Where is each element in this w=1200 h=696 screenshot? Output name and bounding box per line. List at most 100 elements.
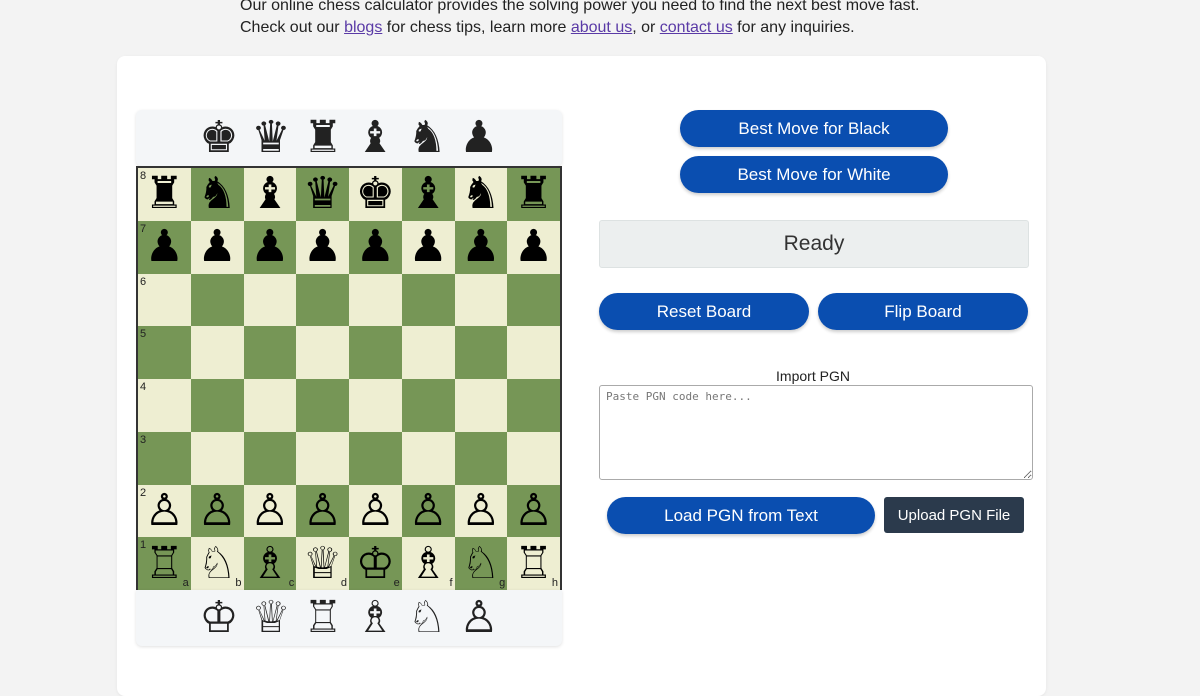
black-bishop-piece[interactable]: ♝ [408, 172, 447, 216]
black-bishop-spare[interactable]: ♝ [349, 112, 401, 164]
white-knight-piece[interactable]: ♘ [197, 541, 236, 586]
white-king-piece[interactable]: ♔ [356, 541, 395, 586]
white-pawn-piece[interactable]: ♙ [461, 488, 500, 533]
white-pawn-piece[interactable]: ♙ [145, 488, 184, 533]
black-pawn-piece[interactable]: ♟ [250, 225, 289, 269]
square-c4[interactable] [243, 379, 297, 432]
square-b3[interactable] [190, 431, 244, 485]
load-pgn-button[interactable]: Load PGN from Text [607, 497, 875, 534]
square-a5[interactable]: 5 [138, 326, 191, 379]
square-d3[interactable] [296, 431, 349, 485]
square-c7[interactable]: ♟ [243, 220, 297, 274]
square-g5[interactable] [454, 326, 508, 379]
square-h1[interactable]: h ♖ [507, 537, 560, 590]
square-a4[interactable]: 4 [138, 379, 191, 432]
black-king-piece[interactable]: ♚ [356, 172, 395, 216]
square-f4[interactable] [401, 379, 455, 432]
square-c5[interactable] [243, 326, 297, 379]
best-move-white-button[interactable]: Best Move for White [680, 156, 948, 193]
square-b6[interactable] [190, 273, 244, 327]
square-f1[interactable]: f ♗ [401, 537, 455, 590]
square-e1[interactable]: e ♔ [349, 537, 402, 590]
square-c2[interactable]: ♙ [243, 484, 297, 538]
square-d2[interactable]: ♙ [296, 484, 349, 538]
square-e4[interactable] [349, 379, 402, 432]
best-move-black-button[interactable]: Best Move for Black [680, 110, 948, 147]
reset-board-button[interactable]: Reset Board [599, 293, 809, 330]
square-e8[interactable]: ♚ [349, 168, 402, 221]
white-queen-spare[interactable]: ♕ [245, 592, 297, 644]
square-a6[interactable]: 6 [138, 273, 191, 327]
square-g3[interactable] [454, 431, 508, 485]
white-rook-spare[interactable]: ♖ [297, 592, 349, 644]
square-e5[interactable] [349, 326, 402, 379]
about-us-link[interactable]: about us [571, 19, 632, 36]
black-rook-piece[interactable]: ♜ [145, 172, 184, 216]
square-b1[interactable]: b ♘ [190, 537, 244, 590]
black-king-spare[interactable]: ♚ [193, 112, 245, 164]
square-g2[interactable]: ♙ [454, 484, 508, 538]
square-c8[interactable]: ♝ [243, 168, 297, 221]
square-e6[interactable] [349, 273, 402, 327]
square-b5[interactable] [190, 326, 244, 379]
square-b8[interactable]: ♞ [190, 168, 244, 221]
square-g4[interactable] [454, 379, 508, 432]
black-pawn-spare[interactable]: ♟ [453, 112, 505, 164]
white-rook-piece[interactable]: ♖ [514, 541, 553, 586]
square-d5[interactable] [296, 326, 349, 379]
square-d4[interactable] [296, 379, 349, 432]
square-e3[interactable] [349, 431, 402, 485]
square-b2[interactable]: ♙ [190, 484, 244, 538]
white-bishop-spare[interactable]: ♗ [349, 592, 401, 644]
square-h3[interactable] [507, 431, 560, 485]
black-pawn-piece[interactable]: ♟ [514, 225, 553, 269]
flip-board-button[interactable]: Flip Board [818, 293, 1028, 330]
black-pawn-piece[interactable]: ♟ [408, 225, 447, 269]
square-h6[interactable] [507, 273, 560, 327]
square-d1[interactable]: d ♕ [296, 537, 349, 590]
square-c3[interactable] [243, 431, 297, 485]
square-h4[interactable] [507, 379, 560, 432]
black-pawn-piece[interactable]: ♟ [303, 225, 342, 269]
pgn-input[interactable] [599, 385, 1033, 480]
white-pawn-piece[interactable]: ♙ [250, 488, 289, 533]
black-bishop-piece[interactable]: ♝ [250, 172, 289, 216]
square-d7[interactable]: ♟ [296, 220, 349, 274]
black-pawn-piece[interactable]: ♟ [197, 225, 236, 269]
white-pawn-piece[interactable]: ♙ [303, 488, 342, 533]
square-a7[interactable]: 7 ♟ [138, 220, 191, 274]
contact-us-link[interactable]: contact us [660, 19, 733, 36]
white-king-spare[interactable]: ♔ [193, 592, 245, 644]
square-g6[interactable] [454, 273, 508, 327]
black-rook-spare[interactable]: ♜ [297, 112, 349, 164]
square-f5[interactable] [401, 326, 455, 379]
square-g8[interactable]: ♞ [454, 168, 508, 221]
square-h2[interactable]: ♙ [507, 484, 560, 538]
white-knight-piece[interactable]: ♘ [461, 541, 500, 586]
white-pawn-piece[interactable]: ♙ [356, 488, 395, 533]
black-queen-spare[interactable]: ♛ [245, 112, 297, 164]
black-queen-piece[interactable]: ♛ [303, 172, 342, 216]
white-rook-piece[interactable]: ♖ [145, 541, 184, 586]
square-a3[interactable]: 3 [138, 431, 191, 485]
black-rook-piece[interactable]: ♜ [514, 172, 553, 216]
chess-board[interactable]: 8 ♜ ♞ ♝ ♛ ♚ ♝ ♞ ♜ 7 ♟ ♟ ♟ ♟ ♟ ♟ ♟ ♟ 6 5 4 3 2 ♙ ♙ ♙ ♙ ♙ ♙ ♙ ♙ 1 a ♖ b ♘ c ♗ d ♕… [136, 166, 562, 592]
black-knight-piece[interactable]: ♞ [197, 172, 236, 216]
square-h5[interactable] [507, 326, 560, 379]
white-pawn-piece[interactable]: ♙ [197, 488, 236, 533]
blogs-link[interactable]: blogs [344, 19, 382, 36]
black-pawn-piece[interactable]: ♟ [461, 225, 500, 269]
white-pawn-piece[interactable]: ♙ [514, 488, 553, 533]
square-f7[interactable]: ♟ [401, 220, 455, 274]
square-f3[interactable] [401, 431, 455, 485]
square-f8[interactable]: ♝ [401, 168, 455, 221]
black-knight-piece[interactable]: ♞ [461, 172, 500, 216]
square-d8[interactable]: ♛ [296, 168, 349, 221]
black-pawn-piece[interactable]: ♟ [356, 225, 395, 269]
square-f2[interactable]: ♙ [401, 484, 455, 538]
upload-pgn-button[interactable]: Upload PGN File [884, 497, 1024, 533]
white-knight-spare[interactable]: ♘ [401, 592, 453, 644]
square-d6[interactable] [296, 273, 349, 327]
square-b4[interactable] [190, 379, 244, 432]
white-queen-piece[interactable]: ♕ [303, 541, 342, 586]
